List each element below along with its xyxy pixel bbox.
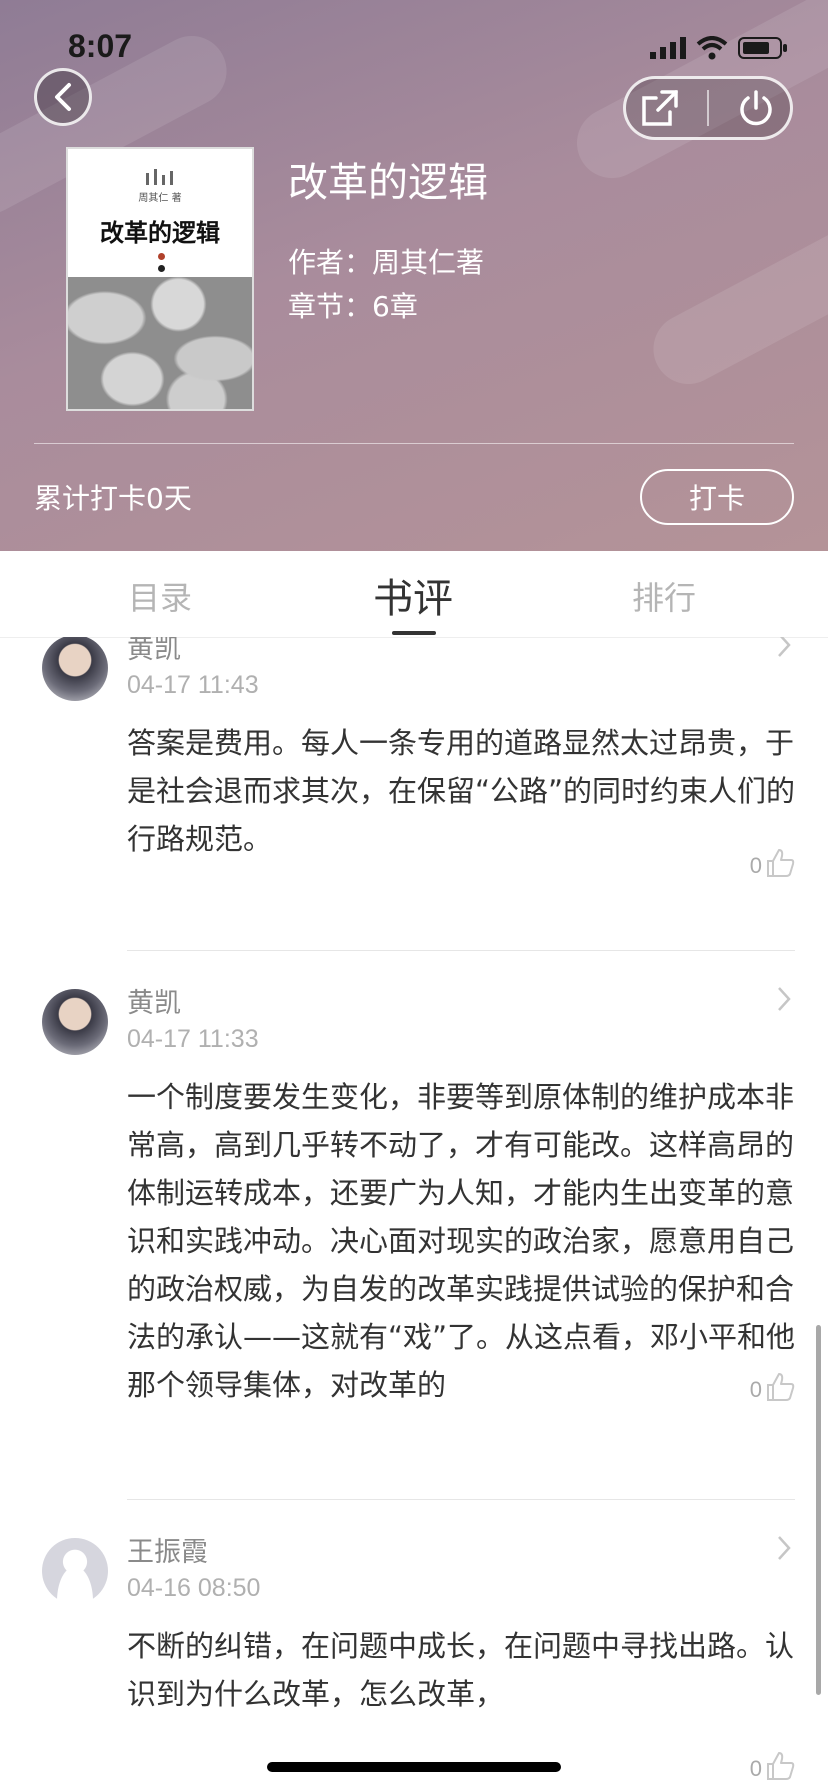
header-decoration [641, 193, 828, 397]
review-item[interactable]: 黄凯 04-17 11:33 一个制度要发生变化，非要等到原体制的维护成本非常高… [0, 951, 828, 1431]
scrollbar[interactable] [816, 1325, 821, 1695]
share-icon[interactable] [640, 88, 680, 128]
cover-stone-image [68, 277, 252, 409]
cellular-signal-icon [650, 37, 686, 59]
thumbs-up-icon [767, 1373, 795, 1401]
cover-dot [158, 253, 165, 260]
cover-top: 周其仁 著 改革的逻辑 [68, 149, 252, 277]
review-text: 不断的纠错，在问题中成长，在问题中寻找出路。认识到为什么改革，怎么改革， [127, 1629, 795, 1711]
power-icon[interactable] [736, 88, 776, 128]
like-button[interactable]: 0 [750, 1750, 796, 1782]
book-title: 改革的逻辑 [288, 160, 488, 206]
review-text: 一个制度要发生变化，非要等到原体制的维护成本非常高，高到几乎转不动了，才有可能改… [127, 1080, 796, 1402]
tab-bar: 目录 书评 排行 [0, 551, 828, 638]
reviewer-name[interactable]: 黄凯 [127, 981, 181, 1020]
chevron-right-icon[interactable] [776, 1534, 792, 1562]
like-button[interactable]: 0 [750, 1371, 796, 1403]
review-item[interactable]: 黄凯 04-17 11:43 答案是费用。每人一条专用的道路显然太过昂贵，于是社… [0, 637, 828, 953]
book-chapters: 章节：6章 [288, 290, 418, 323]
like-count: 0 [749, 853, 762, 878]
review-list: 黄凯 04-17 11:43 答案是费用。每人一条专用的道路显然太过昂贵，于是社… [0, 637, 828, 1792]
chevron-right-icon[interactable] [776, 637, 792, 659]
reviewer-name[interactable]: 黄凯 [127, 637, 181, 666]
book-header: 8:07 周其仁 著 改革的逻辑 改革的逻辑 作者：周其仁著 章节：6章 累计打… [0, 0, 828, 551]
chevron-left-icon [55, 83, 71, 111]
tab-contents[interactable]: 目录 [128, 573, 192, 619]
thumbs-up-icon [767, 1752, 795, 1780]
review-date: 04-17 11:43 [127, 671, 259, 699]
checkin-button[interactable]: 打卡 [640, 469, 794, 525]
home-indicator[interactable] [267, 1762, 561, 1772]
header-actions [623, 76, 793, 140]
book-cover[interactable]: 周其仁 著 改革的逻辑 [66, 147, 254, 411]
avatar[interactable] [42, 1538, 108, 1604]
like-count: 0 [749, 1377, 762, 1402]
chevron-right-icon[interactable] [776, 985, 792, 1013]
header-divider [34, 443, 794, 444]
book-author: 作者：周其仁著 [288, 246, 485, 279]
avatar[interactable] [42, 989, 108, 1055]
review-text: 答案是费用。每人一条专用的道路显然太过昂贵，于是社会退而求其次，在保留“公路”的… [127, 726, 796, 856]
tab-ranking[interactable]: 排行 [632, 573, 696, 619]
checkin-count: 累计打卡0天 [34, 482, 192, 515]
cover-author: 周其仁 著 [138, 193, 182, 204]
review-date: 04-16 08:50 [127, 1574, 261, 1602]
pill-divider [706, 90, 709, 126]
thumbs-up-icon [767, 849, 795, 877]
reviewer-name[interactable]: 王振霞 [127, 1530, 208, 1569]
review-date: 04-17 11:33 [127, 1025, 259, 1053]
like-button[interactable]: 0 [750, 847, 796, 879]
cover-bars-icon [146, 169, 173, 185]
active-tab-indicator [392, 631, 436, 635]
battery-icon [738, 37, 787, 59]
cover-title: 改革的逻辑 [100, 218, 220, 247]
back-button[interactable] [34, 68, 92, 126]
avatar[interactable] [42, 637, 108, 701]
like-count: 0 [749, 1756, 762, 1781]
tab-reviews[interactable]: 书评 [373, 566, 453, 624]
status-time: 8:07 [68, 28, 133, 64]
wifi-icon [696, 36, 728, 60]
cover-dot [158, 265, 165, 272]
status-icons [650, 36, 788, 60]
review-item[interactable]: 王振霞 04-16 08:50 不断的纠错，在问题中成长，在问题中寻找出路。认识… [0, 1500, 828, 1792]
